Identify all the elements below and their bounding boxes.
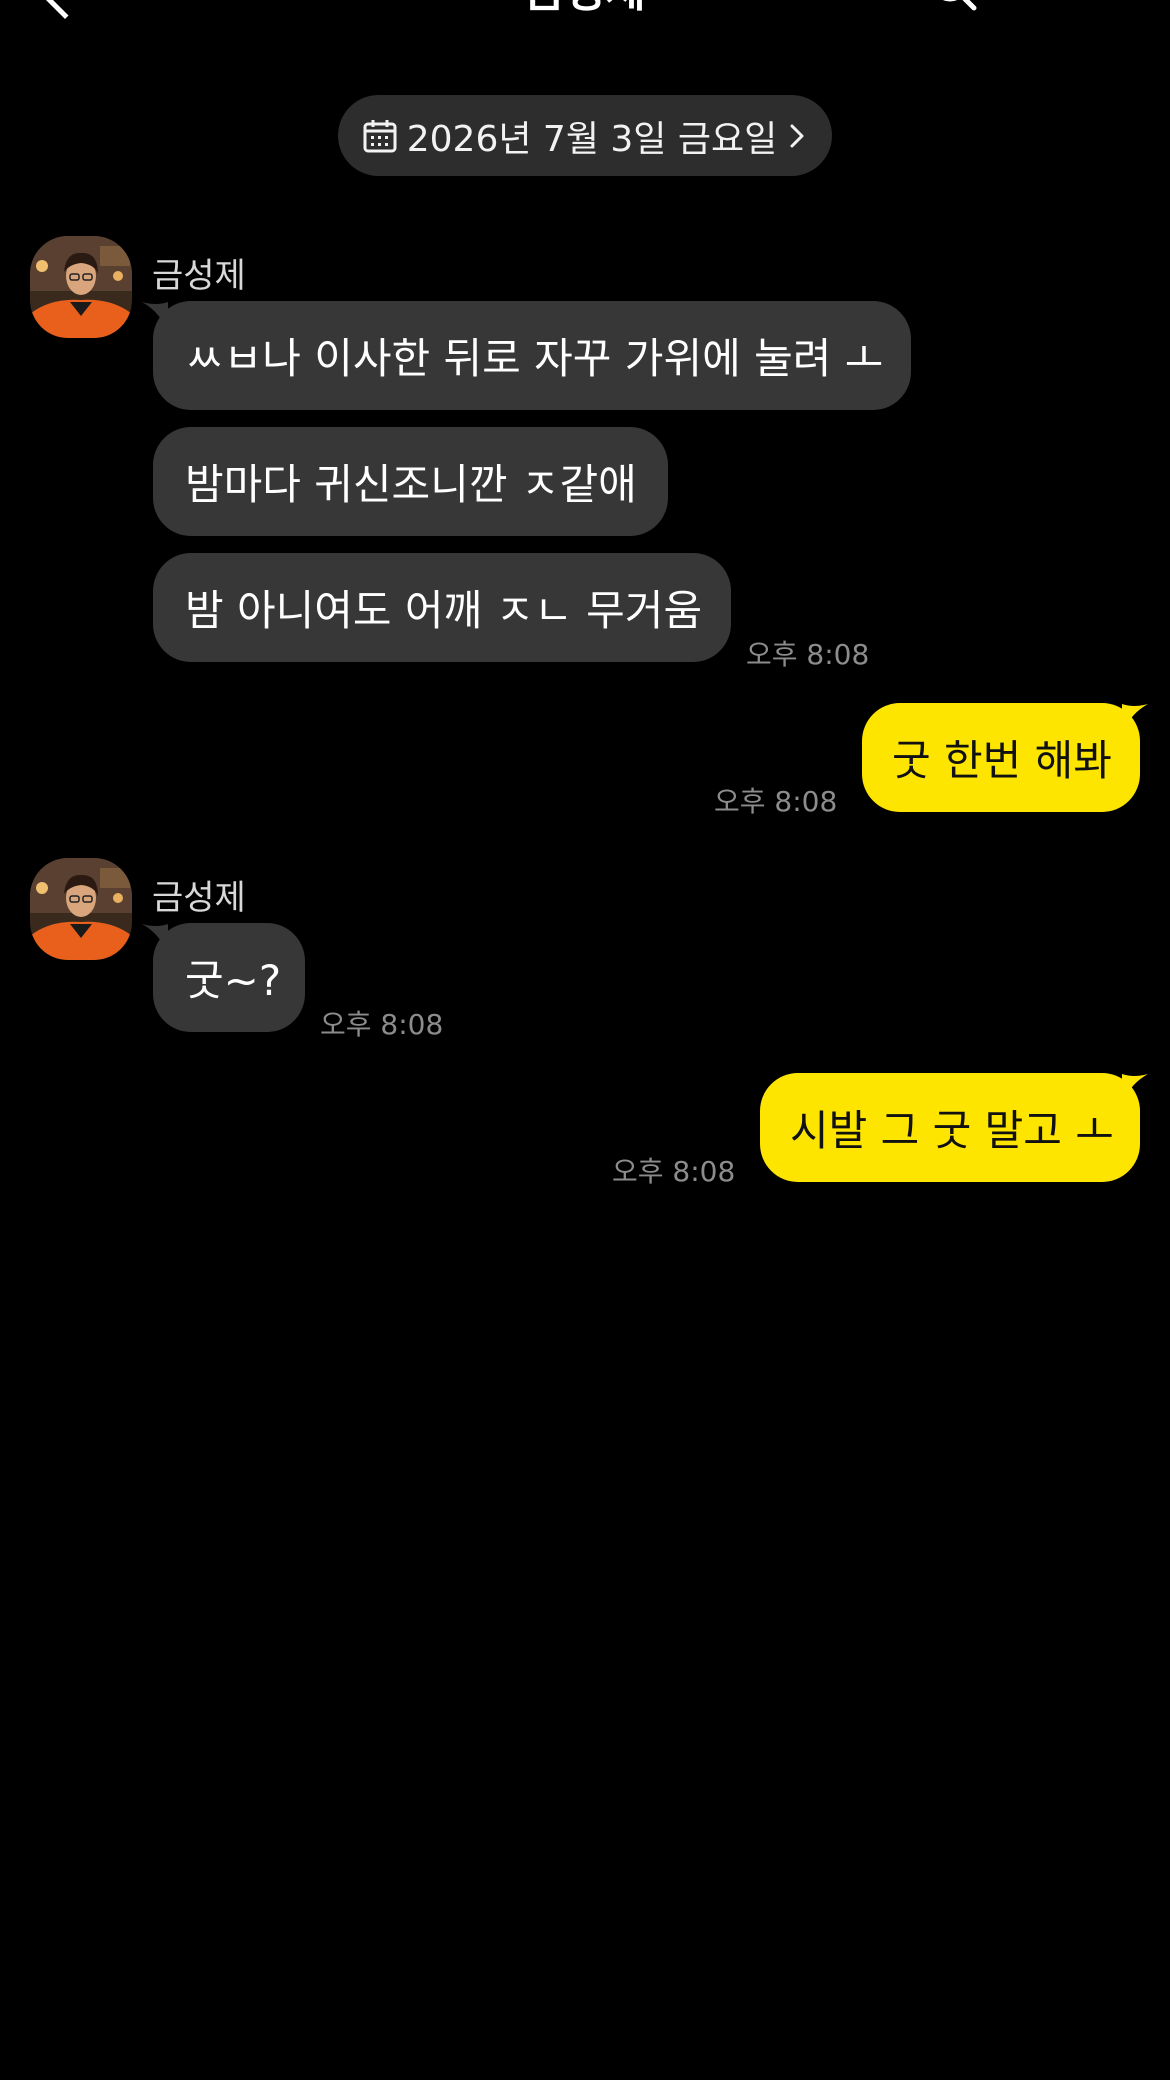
search-icon[interactable] [930, 0, 978, 12]
message-bubble[interactable]: 밤마다 귀신조니깐 ㅈ같애 [153, 427, 668, 536]
sender-name: 금성제 [152, 256, 246, 296]
bubble-tail [1122, 1074, 1148, 1104]
sender-name: 금성제 [152, 878, 246, 918]
message-bubble[interactable]: 굿 한번 해봐 [862, 703, 1140, 812]
bubble-tail [1122, 704, 1148, 734]
message-time: 오후 8:08 [612, 1155, 736, 1188]
message-time: 오후 8:08 [746, 638, 870, 671]
message-time: 오후 8:08 [320, 1008, 444, 1041]
avatar[interactable] [30, 858, 132, 960]
calendar-icon [363, 119, 397, 153]
message-bubble[interactable]: 굿~? [153, 923, 305, 1032]
avatar[interactable] [30, 236, 132, 338]
chevron-right-icon [787, 121, 807, 151]
date-divider[interactable]: 2026년 7월 3일 금요일 [338, 95, 832, 176]
message-bubble[interactable]: 시발 그 굿 말고 ㅗ [760, 1073, 1140, 1182]
message-bubble[interactable]: 밤 아니여도 어깨 ㅈㄴ 무거움 [153, 553, 731, 662]
message-time: 오후 8:08 [714, 785, 838, 818]
chat-header: 금성제 [0, 0, 1170, 20]
chat-title: 금성제 [0, 0, 1170, 14]
message-bubble[interactable]: ㅆㅂ나 이사한 뒤로 자꾸 가위에 눌려 ㅗ [153, 301, 911, 410]
date-label: 2026년 7월 3일 금요일 [406, 118, 778, 160]
